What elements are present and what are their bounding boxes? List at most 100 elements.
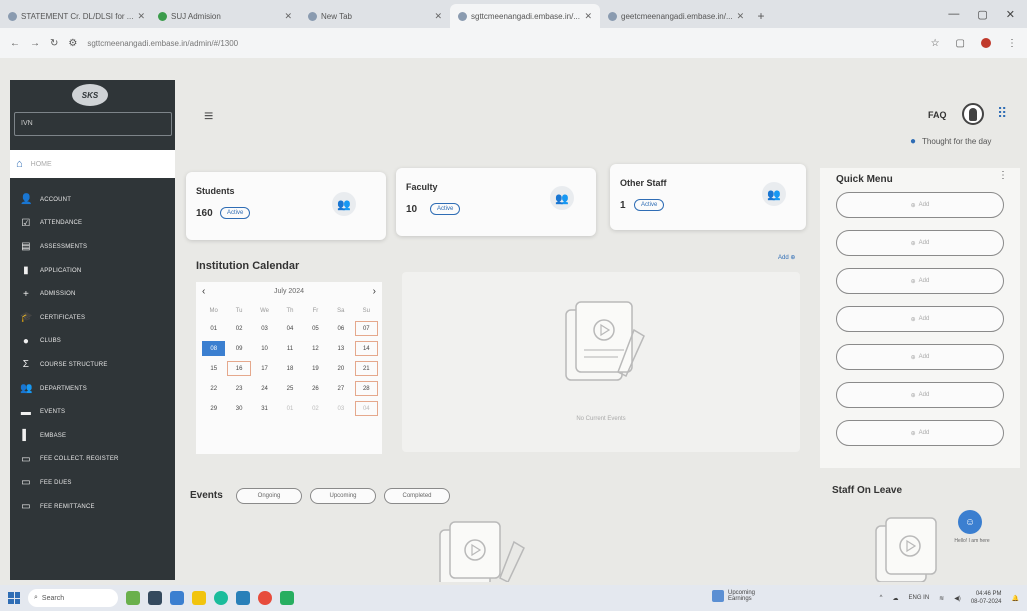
- wifi-icon[interactable]: ≋: [939, 595, 944, 602]
- quick-add-button[interactable]: ⊕ Add: [836, 230, 1004, 256]
- calendar-day[interactable]: 26: [304, 381, 327, 396]
- calendar-day[interactable]: 03: [253, 321, 276, 336]
- chevron-up-icon[interactable]: ^: [880, 595, 883, 601]
- calendar-day[interactable]: 04: [354, 401, 378, 416]
- sidebar-item-attendance[interactable]: ☑ ATTENDANCE: [10, 212, 175, 236]
- sidebar-item-fee-remittance[interactable]: ▭ FEE REMITTANCE: [10, 495, 175, 519]
- notification-bell-icon[interactable]: 🔔: [1012, 595, 1019, 602]
- browser-tab[interactable]: STATEMENT Cr. DL/DLSI for ... ✕: [0, 4, 150, 28]
- prev-month-icon[interactable]: ‹: [202, 286, 205, 297]
- calendar-day[interactable]: 08: [202, 341, 226, 356]
- calendar-day[interactable]: 30: [227, 401, 250, 416]
- calendar-day[interactable]: 07: [354, 321, 378, 336]
- calendar-day[interactable]: 22: [202, 381, 225, 396]
- close-icon[interactable]: ✕: [284, 11, 292, 22]
- chat-assistant-button[interactable]: ☺: [958, 510, 982, 534]
- calendar-day[interactable]: 01: [202, 321, 225, 336]
- calendar-day[interactable]: 18: [278, 361, 301, 376]
- other-staff-card[interactable]: Other Staff 1 Active 👥: [610, 164, 806, 230]
- calendar-day[interactable]: 05: [304, 321, 327, 336]
- calendar-day[interactable]: 31: [253, 401, 276, 416]
- windows-start-icon[interactable]: [8, 592, 20, 604]
- close-icon[interactable]: ✕: [737, 11, 745, 22]
- quick-add-button[interactable]: ⊕ Add: [836, 306, 1004, 332]
- store-icon[interactable]: [236, 591, 250, 605]
- students-card[interactable]: Students 160 Active 👥: [186, 172, 386, 240]
- hamburger-menu-icon[interactable]: ≡: [204, 108, 213, 126]
- calendar-day[interactable]: 17: [253, 361, 276, 376]
- sidebar-item-admission[interactable]: + ADMISSION: [10, 282, 175, 306]
- app-icon[interactable]: [280, 591, 294, 605]
- close-icon[interactable]: ✕: [434, 11, 442, 22]
- calendar-day[interactable]: 10: [253, 341, 276, 356]
- browser-tab-active[interactable]: sgttcmeenangadi.embase.in/... ✕: [450, 4, 600, 28]
- sidebar-item-fee-collect-register[interactable]: ▭ FEE COLLECT. REGISTER: [10, 448, 175, 472]
- quick-add-button[interactable]: ⊕ Add: [836, 192, 1004, 218]
- close-window-icon[interactable]: ✕: [1006, 8, 1015, 21]
- browser-tab[interactable]: New Tab ✕: [300, 4, 450, 28]
- bookmark-star-icon[interactable]: ☆: [931, 38, 940, 49]
- next-month-icon[interactable]: ›: [373, 286, 376, 297]
- sidebar-item-assessments[interactable]: ▤ ASSESSMENTS: [10, 235, 175, 259]
- sidebar-item-application[interactable]: ▮ APPLICATION: [10, 259, 175, 283]
- calendar-day[interactable]: 27: [329, 381, 352, 396]
- calendar-day[interactable]: 21: [354, 361, 378, 376]
- apps-grid-icon[interactable]: ⠿: [997, 105, 1007, 122]
- url-field[interactable]: sgttcmeenangadi.embase.in/admin/#/1300: [87, 39, 367, 48]
- quick-add-button[interactable]: ⊕ Add: [836, 268, 1004, 294]
- quick-add-button[interactable]: ⊕ Add: [836, 344, 1004, 370]
- user-avatar-icon[interactable]: [962, 103, 984, 125]
- more-options-icon[interactable]: ⋮: [998, 170, 1008, 181]
- sidebar-item-certificates[interactable]: 🎓 CERTIFICATES: [10, 306, 175, 330]
- calendar-day[interactable]: 06: [329, 321, 352, 336]
- widgets-icon[interactable]: [126, 591, 140, 605]
- new-tab-button[interactable]: +: [750, 4, 772, 28]
- calendar-day[interactable]: 24: [253, 381, 276, 396]
- volume-icon[interactable]: ◀): [954, 595, 961, 602]
- taskbar-search[interactable]: ⌕ Search: [28, 589, 118, 607]
- weather-widget[interactable]: Upcoming Earnings: [712, 590, 755, 602]
- restore-icon[interactable]: ▢: [977, 8, 987, 21]
- taskbar-clock[interactable]: 04:46 PM 08-07-2024: [971, 590, 1002, 606]
- quick-add-button[interactable]: ⊕ Add: [836, 382, 1004, 408]
- add-event-link[interactable]: Add ⊕: [778, 254, 795, 261]
- calendar-day[interactable]: 02: [227, 321, 250, 336]
- menu-kebab-icon[interactable]: ⋮: [1007, 38, 1017, 49]
- quick-add-button[interactable]: ⊕ Add: [836, 420, 1004, 446]
- calendar-day[interactable]: 11: [278, 341, 301, 356]
- browser-tab[interactable]: geetcmeenangadi.embase.in/... ✕: [600, 4, 750, 28]
- back-icon[interactable]: ←: [10, 38, 20, 49]
- calendar-day[interactable]: 25: [278, 381, 301, 396]
- calendar-day[interactable]: 09: [227, 341, 250, 356]
- minimize-icon[interactable]: —: [948, 8, 959, 20]
- calendar-day[interactable]: 14: [354, 341, 378, 356]
- close-icon[interactable]: ✕: [584, 11, 592, 22]
- calendar-day[interactable]: 04: [278, 321, 301, 336]
- calendar-day[interactable]: 15: [202, 361, 225, 376]
- sidebar-item-account[interactable]: 👤 ACCOUNT: [10, 188, 175, 212]
- close-icon[interactable]: ✕: [137, 11, 145, 22]
- faq-link[interactable]: FAQ: [928, 110, 947, 120]
- sidebar-item-departments[interactable]: 👥 DEPARTMENTS: [10, 377, 175, 401]
- calendar-day[interactable]: 16: [227, 361, 251, 376]
- sidebar-item-fee-dues[interactable]: ▭ FEE DUES: [10, 471, 175, 495]
- cloud-icon[interactable]: ☁: [892, 595, 898, 602]
- calendar-day[interactable]: 29: [202, 401, 225, 416]
- tab-ongoing[interactable]: Ongoing: [236, 488, 302, 504]
- sidepanel-icon[interactable]: ▢: [956, 38, 965, 49]
- sidebar-search-input[interactable]: IVN: [14, 112, 172, 136]
- forward-icon[interactable]: →: [30, 38, 40, 49]
- tab-upcoming[interactable]: Upcoming: [310, 488, 376, 504]
- faculty-card[interactable]: Faculty 10 Active 👥: [396, 168, 596, 236]
- thought-for-the-day[interactable]: ● Thought for the day: [910, 136, 991, 147]
- browser-tab[interactable]: SUJ Admision ✕: [150, 4, 300, 28]
- chrome-icon[interactable]: [258, 591, 272, 605]
- sidebar-item-home[interactable]: ⌂ HOME: [10, 150, 175, 178]
- calendar-day[interactable]: 02: [304, 401, 327, 416]
- sidebar-item-course-structure[interactable]: Σ COURSE STRUCTURE: [10, 353, 175, 377]
- sidebar-item-embase[interactable]: ▌ EMBASE: [10, 424, 175, 448]
- sidebar-item-events[interactable]: ▬ EVENTS: [10, 400, 175, 424]
- language-indicator[interactable]: ENG IN: [908, 595, 929, 601]
- calendar-day[interactable]: 13: [329, 341, 352, 356]
- files-icon[interactable]: [170, 591, 184, 605]
